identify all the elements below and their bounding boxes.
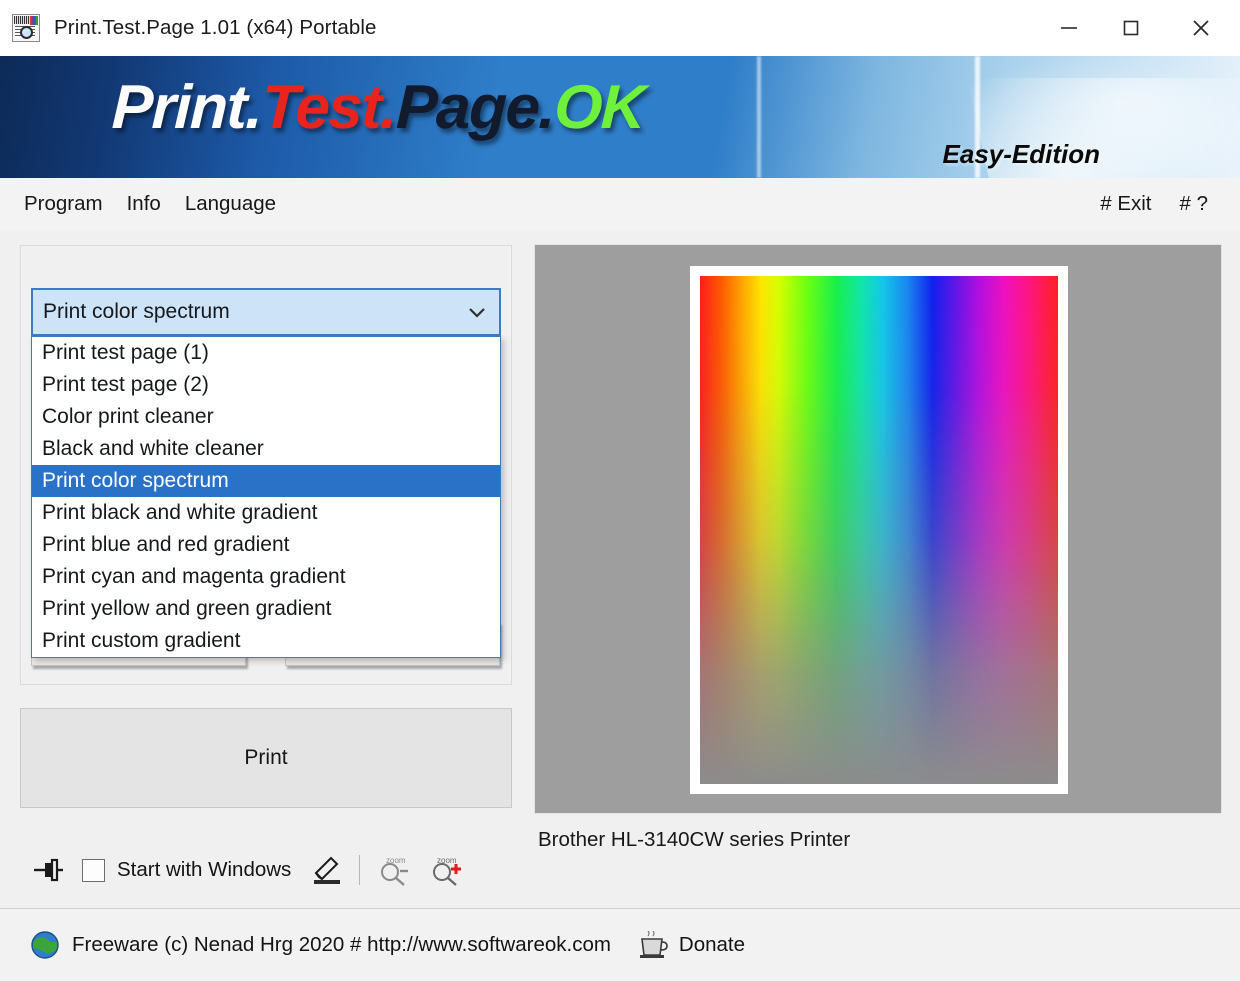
window-title: Print.Test.Page 1.01 (x64) Portable bbox=[54, 16, 377, 39]
menu-right-group: # Exit # ? bbox=[1086, 178, 1222, 230]
main-content: Print color spectrum Print test page (1)… bbox=[0, 230, 1240, 908]
chevron-down-icon[interactable] bbox=[455, 299, 499, 325]
menu-item-help[interactable]: # ? bbox=[1166, 188, 1223, 220]
dropdown-option-3[interactable]: Black and white cleaner bbox=[32, 433, 500, 465]
menu-item-program[interactable]: Program bbox=[12, 188, 115, 220]
options-row: Start with Windows zoom zoom bbox=[32, 845, 502, 895]
dropdown-option-8[interactable]: Print yellow and green gradient bbox=[32, 593, 500, 625]
app-icon bbox=[12, 14, 40, 42]
dropdown-option-6[interactable]: Print blue and red gradient bbox=[32, 529, 500, 561]
dropdown-option-5[interactable]: Print black and white gradient bbox=[32, 497, 500, 529]
dropdown-option-0[interactable]: Print test page (1) bbox=[32, 337, 500, 369]
dropdown-option-4[interactable]: Print color spectrum bbox=[32, 465, 500, 497]
banner-logo: Print.Test.Page.OK bbox=[111, 73, 646, 142]
logo-part-ok: OK bbox=[553, 73, 646, 142]
start-with-windows-label: Start with Windows bbox=[117, 858, 292, 881]
print-mode-combobox[interactable]: Print color spectrum bbox=[31, 288, 501, 336]
status-bar: Freeware (c) Nenad Hrg 2020 # http://www… bbox=[0, 908, 1240, 981]
banner-streak-1 bbox=[757, 56, 761, 178]
dropdown-option-7[interactable]: Print cyan and magenta gradient bbox=[32, 561, 500, 593]
print-mode-dropdown-list[interactable]: Print test page (1) Print test page (2) … bbox=[31, 336, 501, 658]
pencil-icon[interactable] bbox=[311, 855, 343, 885]
color-spectrum-preview bbox=[700, 276, 1058, 784]
title-bar: Print.Test.Page 1.01 (x64) Portable bbox=[0, 0, 1240, 56]
toolbar-divider bbox=[359, 855, 361, 885]
minimize-button[interactable] bbox=[1038, 0, 1100, 56]
preview-paper bbox=[690, 266, 1068, 794]
menu-item-exit[interactable]: # Exit bbox=[1086, 188, 1165, 220]
dropdown-option-2[interactable]: Color print cleaner bbox=[32, 401, 500, 433]
printer-name-label: Brother HL-3140CW series Printer bbox=[538, 828, 851, 851]
logo-part-print: Print. bbox=[110, 73, 263, 142]
menu-left-group: Program Info Language bbox=[12, 178, 288, 230]
print-mode-selected-value: Print color spectrum bbox=[43, 300, 230, 323]
dropdown-option-1[interactable]: Print test page (2) bbox=[32, 369, 500, 401]
dropdown-option-9[interactable]: Print custom gradient bbox=[32, 625, 500, 657]
menu-item-info[interactable]: Info bbox=[115, 188, 173, 220]
logo-part-test: Test. bbox=[260, 73, 398, 142]
menu-item-language[interactable]: Language bbox=[173, 188, 288, 220]
print-preview-area bbox=[534, 244, 1222, 814]
start-with-windows-checkbox[interactable] bbox=[82, 858, 105, 882]
print-button-label: Print bbox=[244, 746, 288, 769]
menu-bar: Program Info Language # Exit # ? bbox=[0, 178, 1240, 231]
logo-part-page: Page. bbox=[395, 73, 556, 142]
donate-label[interactable]: Donate bbox=[679, 933, 745, 957]
maximize-button[interactable] bbox=[1100, 0, 1162, 56]
print-button[interactable]: Print bbox=[20, 708, 512, 808]
pushpin-icon[interactable] bbox=[32, 857, 66, 883]
status-bar-text[interactable]: Freeware (c) Nenad Hrg 2020 # http://www… bbox=[72, 933, 611, 957]
application-window: Print.Test.Page 1.01 (x64) Portable Prin… bbox=[0, 0, 1240, 981]
app-banner: Print.Test.Page.OK Easy-Edition bbox=[0, 56, 1240, 178]
window-controls bbox=[1038, 0, 1240, 56]
globe-icon bbox=[30, 930, 60, 960]
banner-edition-label: Easy-Edition bbox=[942, 139, 1100, 169]
zoom-in-magnifier-icon[interactable]: zoom bbox=[428, 854, 464, 886]
zoom-out-magnifier-icon[interactable]: zoom bbox=[376, 854, 412, 886]
coffee-cup-icon[interactable] bbox=[637, 930, 669, 959]
close-button[interactable] bbox=[1162, 0, 1240, 56]
